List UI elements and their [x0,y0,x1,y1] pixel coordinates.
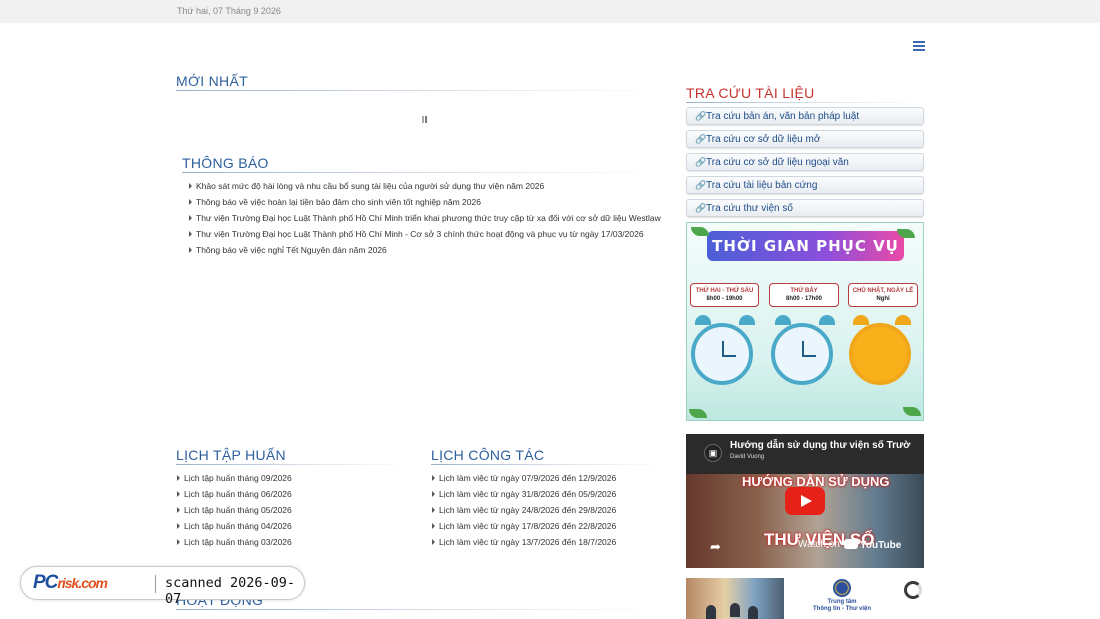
service-hours-banner[interactable]: THỜI GIAN PHỤC VỤ THỨ HAI - THỨ SÁU 8h00 … [686,222,924,421]
current-date: Thứ hai, 07 Tháng 9 2026 [177,6,281,16]
list-item[interactable]: Khảo sát mức độ hài lòng và nhu cầu bổ s… [189,178,661,194]
bullet-icon [177,539,180,545]
list-item[interactable]: Lịch làm việc từ ngày 31/8/2026 đến 05/9… [432,486,616,502]
loading-spinner-icon [904,581,922,599]
slot-sunday: CHỦ NHẬT, NGÀY LỄ Nghỉ [848,283,918,307]
tra-cuu-link-thu-vien-so[interactable]: 🔗Tra cứu thư viện số [686,199,924,217]
clock-bell-icon [739,315,755,325]
section-divider [176,609,666,610]
pcrisk-logo: PCrisk.com [33,572,108,593]
bullet-icon [432,475,435,481]
channel-avatar-icon[interactable]: ▣ [704,444,722,462]
clock-bell-icon [775,315,791,325]
link-icon: 🔗 [695,180,707,190]
link-icon: 🔗 [695,203,707,213]
bullet-icon [432,507,435,513]
slot-weekdays: THỨ HAI - THỨ SÁU 8h00 - 19h00 [690,283,759,307]
tra-cuu-link-csdl-mo[interactable]: 🔗Tra cứu cơ sở dữ liệu mở [686,130,924,148]
list-item[interactable]: Lịch tập huấn tháng 05/2026 [177,502,292,518]
bullet-icon [177,523,180,529]
section-divider [182,172,666,173]
watch-on-label[interactable]: Watch on [798,539,840,550]
lich-cong-tac-list: Lịch làm việc từ ngày 07/9/2026 đến 12/9… [432,470,616,550]
orange-clock-icon [849,323,911,385]
section-title-lich-tap-huan: LỊCH TẬP HUẤN [176,447,286,463]
clock-bell-icon [819,315,835,325]
list-item[interactable]: Lịch làm việc từ ngày 13/7/2026 đến 18/7… [432,534,616,550]
activity-photo[interactable] [686,578,784,619]
bullet-icon [189,247,192,253]
bullet-icon [189,183,192,189]
youtube-logo[interactable]: YouTube [844,539,901,551]
link-icon: 🔗 [695,157,707,167]
list-item[interactable]: Lịch tập huấn tháng 09/2026 [177,470,292,486]
leaf-icon [689,409,707,418]
list-item[interactable]: Thư viện Trường Đại học Luật Thành phố H… [189,226,661,242]
youtube-video-embed[interactable]: ▣ Hướng dẫn sử dụng thư viện số Trườ Dav… [686,434,924,568]
thong-bao-list: Khảo sát mức độ hài lòng và nhu cầu bổ s… [189,178,661,258]
list-item[interactable]: Lịch tập huấn tháng 03/2026 [177,534,292,550]
list-item[interactable]: Lịch làm việc từ ngày 07/9/2026 đến 12/9… [432,470,616,486]
section-divider [176,90,666,91]
link-icon: 🔗 [695,134,707,144]
video-title[interactable]: Hướng dẫn sử dụng thư viện số Trườ [730,440,910,451]
pcrisk-watermark: PCrisk.com scanned 2026-09-07 [20,566,305,607]
lich-tap-huan-list: Lịch tập huấn tháng 09/2026 Lịch tập huấ… [177,470,292,550]
section-divider [431,464,666,465]
list-item[interactable]: Lịch làm việc từ ngày 17/8/2026 đến 22/8… [432,518,616,534]
bullet-icon [189,231,192,237]
section-title-thong-bao: THÔNG BÁO [182,155,269,171]
list-item[interactable]: Lịch tập huấn tháng 04/2026 [177,518,292,534]
library-center-logo[interactable]: Trung tâm Thông tin - Thư viện [812,579,872,619]
clock-bell-icon [853,315,869,325]
clock-bell-icon [695,315,711,325]
list-item[interactable]: Thông báo về việc hoàn lại tiền bảo đảm … [189,194,661,210]
bullet-icon [432,539,435,545]
alarm-clock-icon [691,323,753,385]
leaf-icon [903,407,921,416]
section-title-moi-nhat: MỚI NHẤT [176,73,248,89]
bullet-icon [189,215,192,221]
list-item[interactable]: Lịch tập huấn tháng 06/2026 [177,486,292,502]
section-divider [176,464,411,465]
bullet-icon [177,507,180,513]
video-channel: David Vuong [730,454,765,460]
list-item[interactable]: Lịch làm việc từ ngày 24/8/2026 đến 29/8… [432,502,616,518]
tra-cuu-link-ban-cung[interactable]: 🔗Tra cứu tài liệu bản cứng [686,176,924,194]
link-icon: 🔗 [695,111,707,121]
loading-icon [422,116,428,123]
banner-title: THỜI GIAN PHỤC VỤ [707,231,904,261]
bullet-icon [432,491,435,497]
section-divider [686,102,924,103]
scan-date: scanned 2026-09-07 [165,575,296,607]
tra-cuu-link-ban-an[interactable]: 🔗Tra cứu bản án, văn bản pháp luật [686,107,924,125]
emblem-icon [833,579,851,597]
bullet-icon [432,523,435,529]
bullet-icon [177,491,180,497]
list-item[interactable]: Thư viện Trường Đại học Luật Thành phố H… [189,210,661,226]
bullet-icon [189,199,192,205]
alarm-clock-icon [771,323,833,385]
slot-saturday: THỨ BẢY 8h00 - 17h00 [769,283,839,307]
bullet-icon [177,475,180,481]
hamburger-menu-icon[interactable] [913,41,925,51]
tra-cuu-link-csdl-ngoai-van[interactable]: 🔗Tra cứu cơ sở dữ liệu ngoại văn [686,153,924,171]
leaf-icon [691,227,709,236]
section-title-tra-cuu: TRA CỨU TÀI LIỆU [686,85,815,101]
top-bar: Thứ hai, 07 Tháng 9 2026 [0,0,1100,23]
clock-bell-icon [895,315,911,325]
section-title-lich-cong-tac: LỊCH CÔNG TÁC [431,447,545,463]
share-icon[interactable]: ➦ [710,539,721,555]
play-button[interactable] [785,487,825,515]
list-item[interactable]: Thông báo về việc nghỉ Tết Nguyên đán nă… [189,242,661,258]
